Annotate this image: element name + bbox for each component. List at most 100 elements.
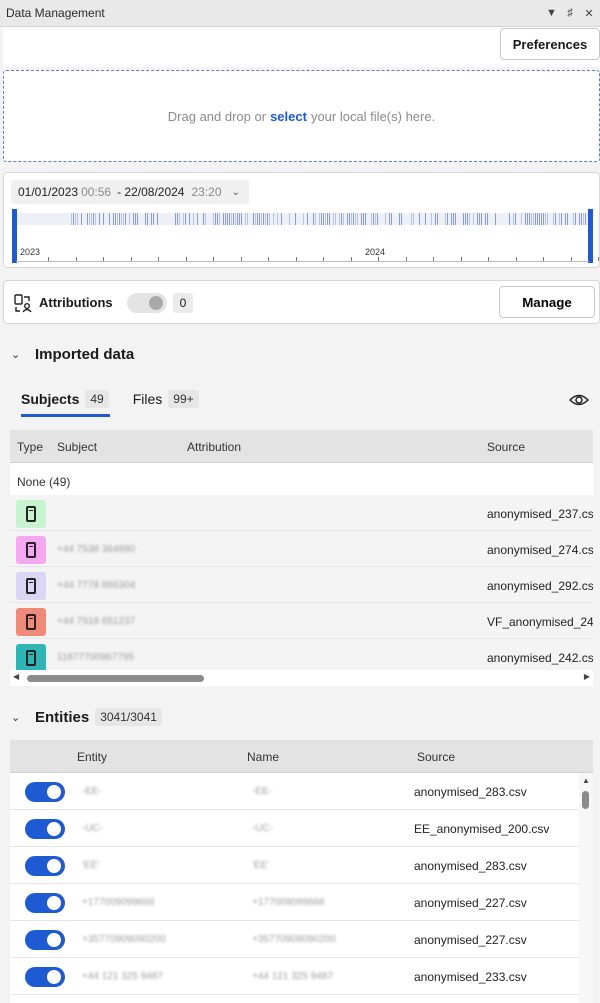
activity-bar (453, 213, 454, 225)
activity-bar (525, 213, 526, 225)
activity-bar (175, 213, 176, 225)
file-dropzone[interactable]: Drag and drop or select your local file(… (3, 70, 600, 162)
eye-icon[interactable] (569, 391, 589, 409)
source-value: anonymised_242.csv (487, 651, 593, 665)
scroll-up-icon[interactable]: ▲ (582, 776, 590, 785)
entity-value: 'EE' (82, 860, 100, 871)
activity-bar (527, 213, 528, 225)
activity-bar (259, 213, 260, 225)
entity-toggle[interactable] (25, 856, 65, 876)
axis-tick (295, 257, 297, 261)
start-time: 00:56 (81, 185, 112, 199)
column-source[interactable]: Source (487, 440, 525, 454)
activity-bar (145, 213, 146, 225)
column-type[interactable]: Type (17, 440, 43, 454)
entity-toggle[interactable] (25, 893, 65, 913)
scroll-thumb[interactable] (582, 791, 589, 809)
tab-files[interactable]: Files 99+ (133, 390, 199, 417)
dropzone-text-before: Drag and drop or (167, 108, 267, 124)
column-attribution[interactable]: Attribution (187, 440, 241, 454)
date-range-select[interactable]: 01/01/2023 00:56 - 22/08/2024 23:20 ⌄ (11, 180, 249, 204)
entity-toggle[interactable] (25, 967, 65, 987)
axis-tick (378, 257, 379, 261)
table-row[interactable]: +35770909090200 +35770909090200 anonymised… (10, 921, 593, 958)
source-value: anonymised_233.csv (414, 970, 527, 984)
table-row[interactable]: -UC- -UC- EE_anonymised_200.csv (10, 810, 593, 847)
activity-bar (99, 213, 100, 225)
column-source[interactable]: Source (417, 750, 455, 764)
activity-bar (151, 213, 152, 225)
entity-value: -EE- (82, 786, 102, 797)
activity-bar (75, 213, 76, 225)
table-row[interactable]: +177009099666 +177009099666 anonymised_227… (10, 884, 593, 921)
table-row[interactable]: +44 7918 651237 VF_anonymised_247 (10, 603, 593, 639)
imported-data-header[interactable]: ⌄ Imported data (11, 346, 134, 363)
table-row[interactable]: anonymised_237.csv (10, 495, 593, 531)
table-row[interactable]: -EE- -EE-anonymised_283.csv (10, 773, 593, 810)
entities-header[interactable]: ⌄ Entities 3041/3041 (11, 708, 162, 726)
activity-bar (333, 213, 334, 225)
activity-bar (193, 213, 194, 225)
range-handle-start[interactable] (12, 209, 17, 263)
activity-bar (213, 213, 214, 225)
activity-bar (575, 213, 576, 225)
table-row[interactable]: +44 7778 866304 anonymised_292.csv (10, 567, 593, 603)
activity-bar (541, 213, 542, 225)
tab-subjects[interactable]: Subjects 49 (21, 390, 110, 417)
activity-bar (495, 213, 496, 225)
table-row[interactable]: 'EE' 'EE' anonymised_283.csv (10, 847, 593, 884)
manage-button[interactable]: Manage (499, 286, 595, 318)
vertical-scrollbar[interactable]: ▲ (579, 773, 593, 1003)
table-row[interactable]: +44 121 325 9487 +44 121 325 9487 anonymis… (10, 958, 593, 995)
activity-bar (515, 213, 516, 225)
entity-toggle[interactable] (25, 930, 65, 950)
entity-toggle[interactable] (25, 819, 65, 839)
select-files-link[interactable]: select (270, 109, 307, 124)
preferences-button[interactable]: Preferences (500, 28, 600, 60)
attribution-icon (14, 294, 32, 313)
activity-bar (513, 213, 514, 225)
table-row[interactable]: +44 7538 364890 anonymised_274.csv (10, 531, 593, 567)
activity-bar (469, 213, 470, 225)
activity-bar (129, 213, 130, 225)
axis-tick (433, 257, 434, 261)
activity-bar (391, 213, 392, 225)
activity-bar (281, 213, 282, 225)
group-row[interactable]: None (49) (10, 463, 593, 495)
activity-bar (81, 213, 82, 225)
activity-bar (565, 213, 566, 225)
scroll-left-icon[interactable]: ◀ (13, 672, 19, 681)
activity-bar (555, 213, 556, 225)
column-entity[interactable]: Entity (77, 750, 107, 764)
horizontal-scrollbar[interactable]: ◀ ▶ (10, 670, 593, 686)
activity-bar (473, 213, 474, 225)
activity-bar (225, 213, 226, 225)
subject-value: +44 7778 866304 (57, 580, 136, 591)
axis-tick (323, 257, 324, 261)
panel-title: Data Management (6, 6, 105, 20)
activity-bar (255, 213, 256, 225)
activity-bar (203, 213, 204, 225)
axis-tick (240, 257, 242, 261)
activity-histogram (16, 213, 589, 225)
column-subject[interactable]: Subject (57, 440, 97, 454)
scroll-right-icon[interactable]: ▶ (584, 672, 590, 681)
activity-bar (245, 213, 246, 225)
activity-bar (343, 213, 344, 225)
name-value: -UC- (252, 823, 274, 834)
timeline-track[interactable]: 2023 2024 (12, 209, 599, 265)
column-name[interactable]: Name (247, 750, 279, 764)
range-handle-end[interactable] (588, 209, 593, 263)
dropdown-icon[interactable]: ▼ (546, 7, 557, 19)
scroll-thumb[interactable] (27, 675, 204, 682)
pin-icon[interactable]: ♯ (565, 7, 575, 19)
entity-toggle[interactable] (25, 782, 65, 802)
axis-tick (570, 257, 572, 261)
activity-bar (133, 213, 134, 225)
attributions-toggle[interactable] (127, 293, 167, 313)
axis-tick (103, 257, 104, 261)
entity-value: +35770909090200 (82, 934, 166, 945)
activity-bar (223, 213, 224, 225)
close-icon[interactable]: ✕ (584, 7, 594, 20)
subjects-table-header: Type Subject Attribution Source (10, 430, 593, 463)
